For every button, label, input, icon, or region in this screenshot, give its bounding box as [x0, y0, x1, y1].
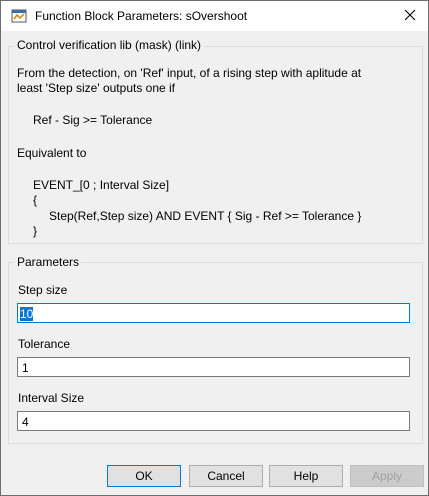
title-bar[interactable]: Function Block Parameters: sOvershoot — [1, 1, 428, 31]
step-size-input[interactable]: 10 — [17, 303, 410, 323]
close-icon — [404, 9, 416, 24]
description-line: Ref - Sig >= Tolerance — [33, 113, 153, 127]
description-line: least 'Step size' outputs one if — [17, 81, 176, 95]
cancel-button[interactable]: Cancel — [189, 465, 263, 487]
description-line: From the detection, on 'Ref' input, of a… — [17, 66, 362, 80]
dialog-window: Function Block Parameters: sOvershoot Co… — [0, 0, 429, 496]
description-line: Step(Ref,Step size) AND EVENT { Sig - Re… — [49, 209, 362, 223]
step-size-label: Step size — [18, 283, 68, 297]
description-line: Equivalent to — [17, 146, 87, 160]
help-button[interactable]: Help — [269, 465, 343, 487]
mask-description-group: Control verification lib (mask) (link) F… — [8, 38, 423, 244]
window-title: Function Block Parameters: sOvershoot — [35, 9, 248, 23]
description-line: } — [33, 224, 38, 238]
tolerance-value: 1 — [22, 361, 29, 375]
mask-group-title: Control verification lib (mask) (link) — [15, 38, 204, 52]
tolerance-input[interactable]: 1 — [17, 357, 410, 377]
parameters-group-title: Parameters — [15, 255, 82, 269]
interval-size-input[interactable]: 4 — [17, 411, 410, 431]
apply-button[interactable]: Apply — [350, 465, 424, 487]
ok-button[interactable]: OK — [107, 465, 181, 487]
description-line: { — [33, 193, 38, 207]
tolerance-label: Tolerance — [18, 337, 71, 351]
step-size-value: 10 — [20, 307, 34, 321]
description-line: EVENT_[0 ; Interval Size] — [33, 178, 170, 192]
simulink-icon — [11, 8, 27, 24]
close-button[interactable] — [392, 1, 428, 31]
interval-size-label: Interval Size — [18, 391, 85, 405]
interval-size-value: 4 — [22, 415, 29, 429]
